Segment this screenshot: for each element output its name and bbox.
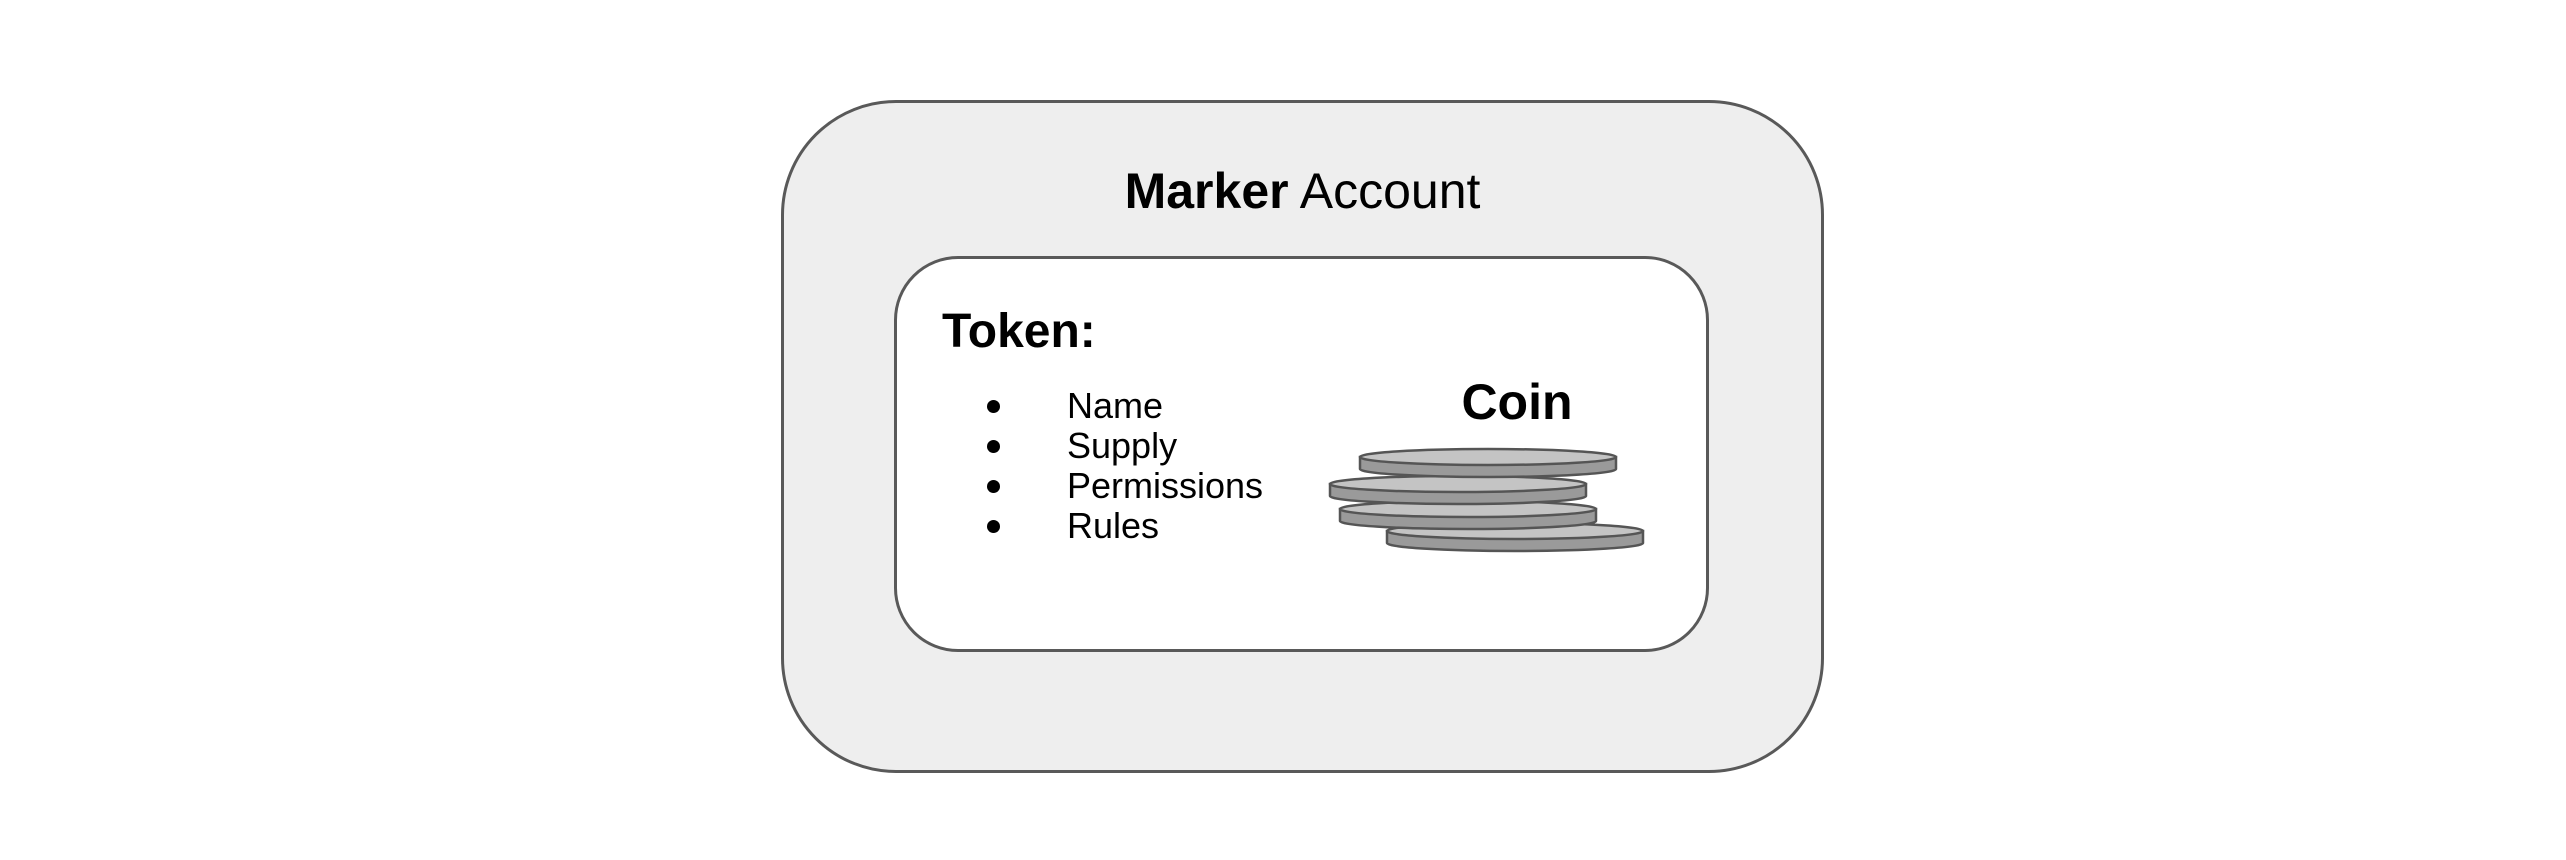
list-item-label: Permissions: [1067, 465, 1264, 506]
bullet-icon: [987, 520, 1000, 533]
list-item-label: Name: [1067, 385, 1164, 426]
list-item-label: Supply: [1067, 425, 1178, 466]
bullet-icon: [987, 440, 1000, 453]
token-attribute-list: Name Supply Permissions Rules: [987, 386, 1263, 546]
bullet-icon: [987, 400, 1000, 413]
token-container: Token: Name Supply Permissions Rules Coi…: [894, 256, 1709, 652]
coin-icon: [1358, 447, 1618, 479]
account-title-rest: Account: [1299, 163, 1481, 219]
coin-icon: [1328, 474, 1588, 506]
list-item: Name: [987, 386, 1263, 426]
account-title-bold: Marker: [1124, 163, 1289, 219]
token-heading: Token:: [942, 305, 1096, 358]
list-item: Permissions: [987, 466, 1263, 506]
list-item: Rules: [987, 506, 1263, 546]
bullet-icon: [987, 480, 1000, 493]
list-item-label: Rules: [1067, 505, 1160, 546]
account-title: Marker Account: [784, 161, 1821, 221]
coin-stack-icon: [1328, 447, 1645, 553]
coin-label: Coin: [1461, 374, 1573, 430]
list-item: Supply: [987, 426, 1263, 466]
